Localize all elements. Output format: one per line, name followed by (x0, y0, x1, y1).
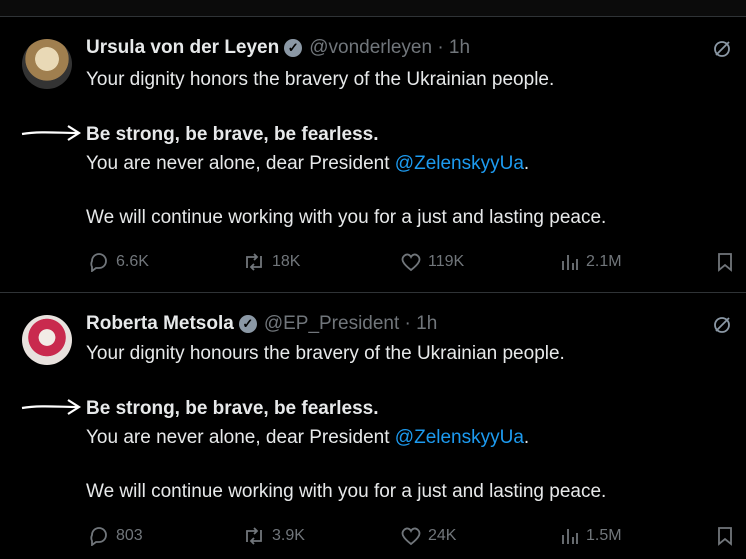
repost-button[interactable]: 3.9K (242, 521, 305, 551)
grok-icon[interactable] (712, 39, 732, 65)
view-count: 2.1M (586, 253, 622, 270)
mention-link[interactable]: @ZelenskyyUa (395, 153, 524, 174)
tweet-text-line: We will continue working with you for a … (86, 481, 607, 502)
author-name[interactable]: Roberta Metsola (86, 313, 234, 335)
tweet-text-segment: You are never alone, dear President (86, 153, 395, 174)
heart-icon (401, 253, 421, 272)
like-count: 24K (428, 527, 457, 544)
bookmark-icon (718, 527, 732, 546)
tweet-header: Ursula von der Leyen ✓ @vonderleyen · 1h (86, 35, 470, 61)
tweet-text-bold-line: Be strong, be brave, be fearless. (86, 124, 379, 145)
tweet-card[interactable]: Ursula von der Leyen ✓ @vonderleyen · 1h… (0, 17, 746, 293)
tweet-text-line: Your dignity honours the bravery of the … (86, 343, 565, 364)
tweet-text-segment: . (523, 153, 530, 174)
action-bar: 6.6K 18K 119K 2.1M (86, 247, 736, 277)
bookmark-button[interactable] (716, 247, 734, 277)
top-divider-bar (0, 0, 746, 17)
view-count: 1.5M (586, 527, 622, 544)
avatar[interactable] (22, 39, 72, 89)
tweet-card[interactable]: Roberta Metsola ✓ @EP_President · 1h You… (0, 293, 746, 559)
reply-icon (90, 527, 107, 546)
tweet-header: Roberta Metsola ✓ @EP_President · 1h (86, 311, 437, 337)
repost-count: 18K (272, 253, 301, 270)
repost-icon (246, 527, 262, 545)
bookmark-icon (718, 253, 732, 272)
reply-button[interactable]: 803 (88, 521, 143, 551)
views-button[interactable]: 1.5M (560, 521, 622, 551)
like-button[interactable]: 119K (400, 247, 464, 277)
avatar[interactable] (22, 315, 72, 365)
reply-count: 6.6K (116, 253, 149, 270)
reply-button[interactable]: 6.6K (88, 247, 149, 277)
views-button[interactable]: 2.1M (560, 247, 622, 277)
repost-icon (246, 253, 262, 271)
tweet-text-line: You are never alone, dear President @Zel… (86, 153, 529, 175)
repost-count: 3.9K (272, 527, 305, 544)
repost-button[interactable]: 18K (242, 247, 300, 277)
author-handle[interactable]: @vonderleyen · 1h (309, 37, 470, 59)
tweet-text-segment: You are never alone, dear President (86, 427, 395, 448)
like-count: 119K (428, 253, 465, 270)
action-bar: 803 3.9K 24K 1.5M (86, 521, 736, 551)
views-chart-icon (562, 529, 578, 544)
reply-count: 803 (116, 527, 143, 544)
handdrawn-arrow-icon (21, 399, 82, 415)
tweet-text-line: You are never alone, dear President @Zel… (86, 427, 529, 449)
bookmark-button[interactable] (716, 521, 734, 551)
verified-badge-icon: ✓ (284, 39, 303, 57)
tweet-text-segment: . (523, 427, 530, 448)
tweet-text-line: We will continue working with you for a … (86, 207, 607, 228)
verified-badge-icon: ✓ (238, 315, 257, 333)
author-name[interactable]: Ursula von der Leyen (86, 37, 279, 59)
tweet-text-line: Your dignity honors the bravery of the U… (86, 69, 555, 90)
reply-icon (90, 253, 107, 272)
mention-link[interactable]: @ZelenskyyUa (395, 427, 524, 448)
tweet-text-bold-line: Be strong, be brave, be fearless. (86, 398, 379, 419)
grok-icon[interactable] (712, 315, 732, 341)
heart-icon (401, 527, 421, 546)
author-handle[interactable]: @EP_President · 1h (264, 313, 438, 335)
handdrawn-arrow-icon (21, 125, 82, 141)
views-chart-icon (562, 255, 578, 270)
like-button[interactable]: 24K (400, 521, 456, 551)
